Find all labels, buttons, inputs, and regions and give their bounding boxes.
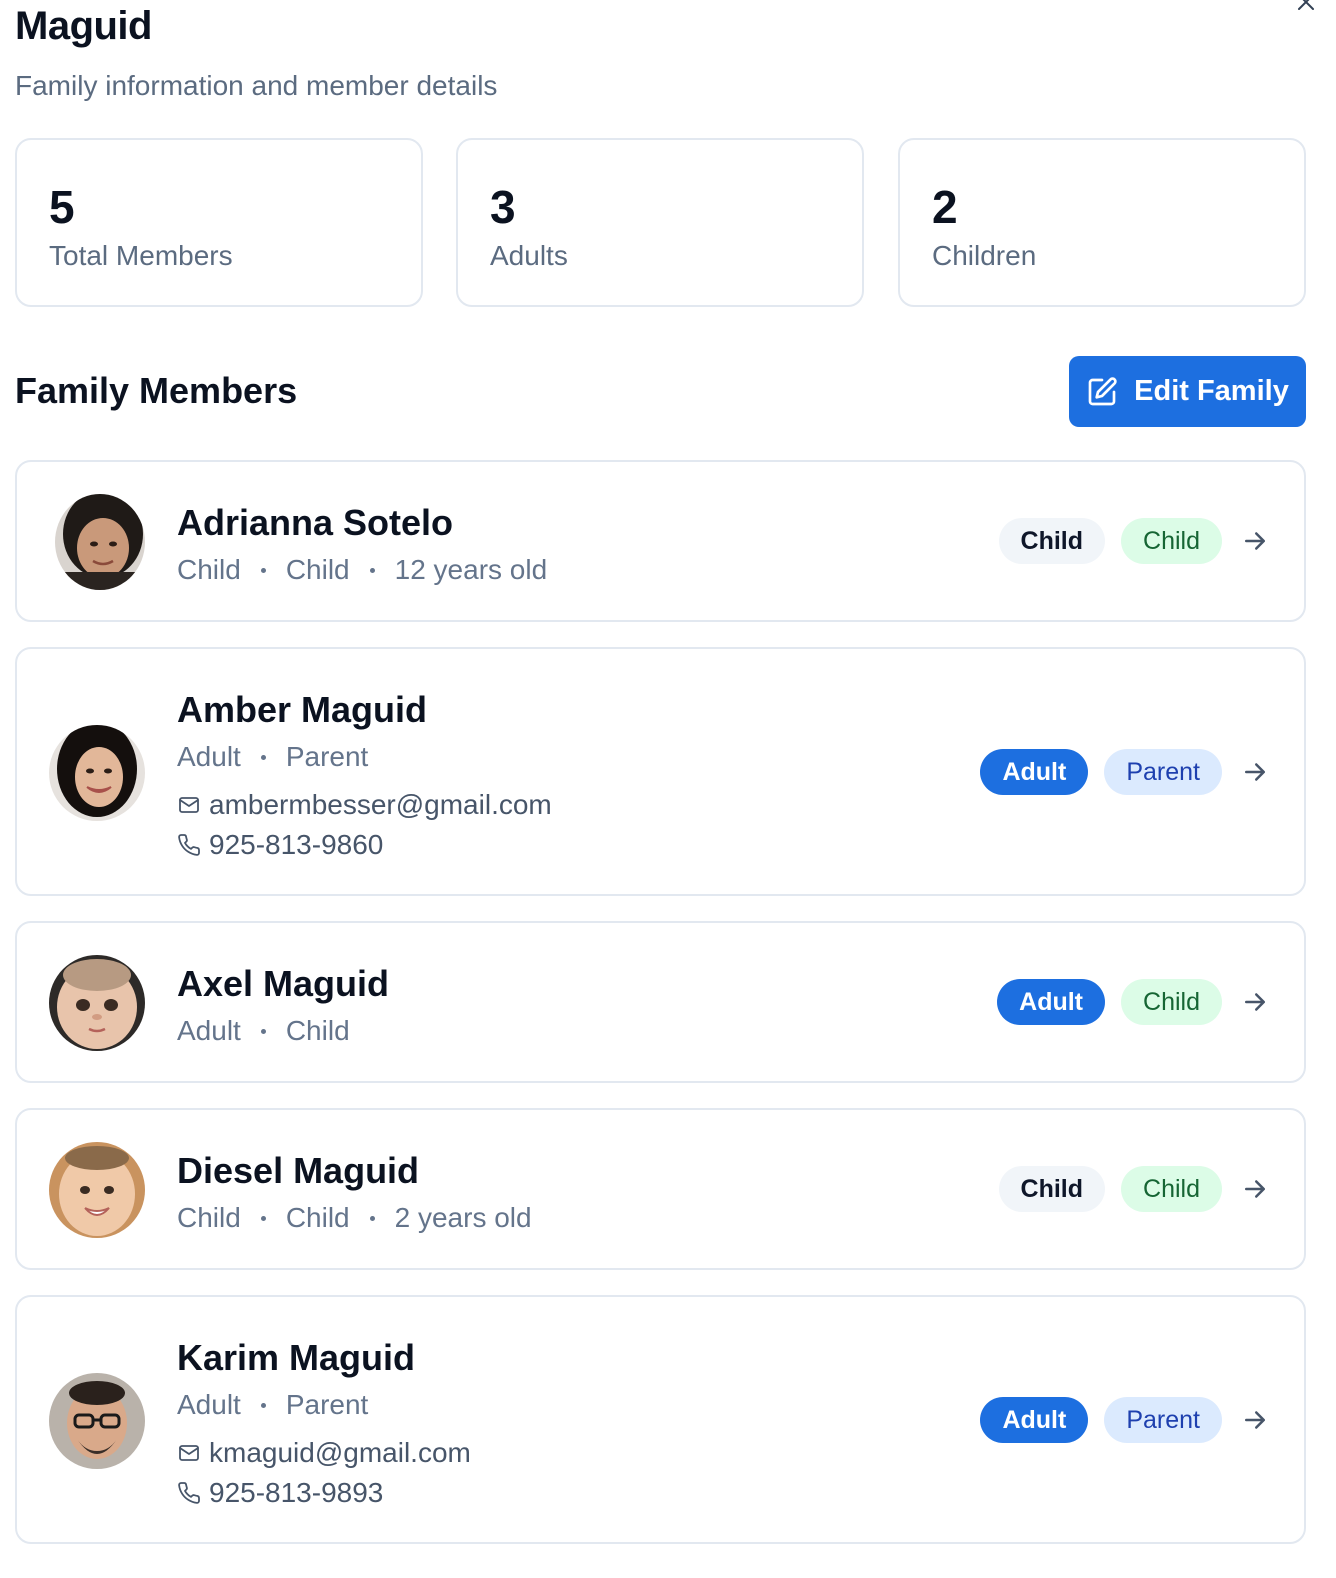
member-meta: Child Child 2 years old xyxy=(177,1202,532,1234)
member-meta: Child Child 12 years old xyxy=(177,554,547,586)
separator-dot xyxy=(260,1215,266,1221)
stat-value: 3 xyxy=(490,181,516,233)
arrow-right-icon[interactable] xyxy=(1240,987,1270,1017)
section-title: Family Members xyxy=(15,370,298,411)
member-meta: Adult Parent xyxy=(177,1389,368,1421)
member-phone: 925-813-9893 xyxy=(177,1477,383,1509)
edit-family-button[interactable]: Edit Family xyxy=(1069,356,1306,427)
separator-dot xyxy=(369,1215,375,1221)
member-card-axel-maguid[interactable]: Axel Maguid Adult Child Adult Child xyxy=(15,921,1306,1083)
stat-value: 5 xyxy=(49,181,75,233)
stat-card-adults: 3 Adults xyxy=(456,138,864,307)
member-email: ambermbesser@gmail.com xyxy=(177,789,552,821)
type-badge: Adult xyxy=(980,1397,1089,1443)
member-type: Child xyxy=(177,1202,241,1233)
mail-icon xyxy=(179,1445,199,1461)
member-name: Adrianna Sotelo xyxy=(177,502,454,543)
type-badge: Child xyxy=(998,1166,1106,1212)
member-type: Adult xyxy=(177,1389,241,1420)
role-badge: Parent xyxy=(1104,1397,1222,1443)
avatar xyxy=(49,955,145,1051)
stat-card-children: 2 Children xyxy=(898,138,1306,307)
type-badge: Adult xyxy=(997,979,1106,1025)
separator-dot xyxy=(260,1028,266,1034)
member-badges: Child Child xyxy=(998,1166,1270,1212)
member-role: Child xyxy=(285,554,350,585)
member-type: Child xyxy=(177,554,241,585)
arrow-right-icon[interactable] xyxy=(1240,757,1270,787)
member-name: Axel Maguid xyxy=(177,963,390,1004)
member-age: 2 years old xyxy=(394,1202,532,1233)
edit-family-label: Edit Family xyxy=(1134,375,1289,407)
phone-icon xyxy=(178,834,200,856)
separator-dot xyxy=(260,567,266,573)
member-name: Diesel Maguid xyxy=(177,1150,420,1191)
close-icon xyxy=(1298,0,1314,10)
avatar xyxy=(49,1142,145,1238)
type-badge: Adult xyxy=(980,749,1089,795)
member-role: Parent xyxy=(285,1389,369,1420)
member-badges: Adult Parent xyxy=(980,1397,1270,1443)
member-email-text: ambermbesser@gmail.com xyxy=(209,789,552,820)
role-badge: Child xyxy=(1121,979,1222,1025)
phone-icon xyxy=(178,1482,200,1504)
member-card-amber-maguid[interactable]: Amber Maguid Adult Parent ambermbesser@g… xyxy=(15,647,1306,896)
stat-value: 2 xyxy=(932,181,958,233)
member-name: Amber Maguid xyxy=(177,689,428,730)
member-email: kmaguid@gmail.com xyxy=(177,1437,471,1469)
member-type: Adult xyxy=(177,741,241,772)
member-role: Child xyxy=(285,1202,350,1233)
member-type: Adult xyxy=(177,1015,241,1046)
stat-label: Adults xyxy=(490,240,568,271)
type-badge: Child xyxy=(998,518,1106,564)
arrow-right-icon[interactable] xyxy=(1240,1174,1270,1204)
stat-card-total-members: 5 Total Members xyxy=(15,138,423,307)
member-age: 12 years old xyxy=(394,554,548,585)
role-badge: Child xyxy=(1121,518,1222,564)
separator-dot xyxy=(260,1402,266,1408)
member-meta: Adult Parent xyxy=(177,741,368,773)
separator-dot xyxy=(260,754,266,760)
avatar xyxy=(49,725,145,821)
avatar xyxy=(55,494,145,590)
member-badges: Child Child xyxy=(998,518,1270,564)
page-title: Maguid xyxy=(15,4,152,48)
member-role: Child xyxy=(285,1015,350,1046)
close-button[interactable] xyxy=(1292,0,1320,16)
member-phone-text: 925-813-9860 xyxy=(209,829,384,860)
member-card-adrianna-sotelo[interactable]: Adrianna Sotelo Child Child 12 years old… xyxy=(15,460,1306,622)
role-badge: Parent xyxy=(1104,749,1222,795)
member-email-text: kmaguid@gmail.com xyxy=(209,1437,471,1468)
member-phone: 925-813-9860 xyxy=(177,829,383,861)
member-badges: Adult Child xyxy=(997,979,1270,1025)
member-card-diesel-maguid[interactable]: Diesel Maguid Child Child 2 years old Ch… xyxy=(15,1108,1306,1270)
arrow-right-icon[interactable] xyxy=(1240,1405,1270,1435)
member-card-karim-maguid[interactable]: Karim Maguid Adult Parent kmaguid@gmail.… xyxy=(15,1295,1306,1544)
page-subtitle: Family information and member details xyxy=(15,70,498,101)
stat-label: Total Members xyxy=(49,240,233,271)
member-badges: Adult Parent xyxy=(980,749,1270,795)
arrow-right-icon[interactable] xyxy=(1240,526,1270,556)
mail-icon xyxy=(179,797,199,813)
stat-label: Children xyxy=(932,240,1037,271)
member-name: Karim Maguid xyxy=(177,1337,416,1378)
member-role: Parent xyxy=(285,741,369,772)
member-meta: Adult Child xyxy=(177,1015,350,1047)
role-badge: Child xyxy=(1121,1166,1222,1212)
separator-dot xyxy=(369,567,375,573)
avatar xyxy=(49,1373,145,1469)
edit-icon xyxy=(1088,376,1117,405)
member-phone-text: 925-813-9893 xyxy=(209,1477,384,1508)
